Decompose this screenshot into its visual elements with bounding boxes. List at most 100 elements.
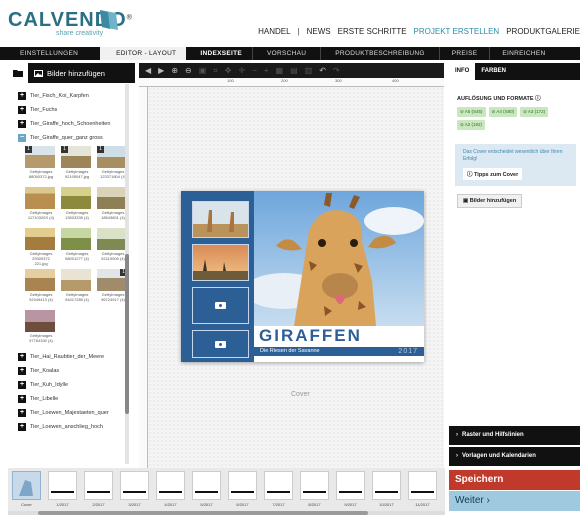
- giraffe-thumbnail: [193, 202, 248, 237]
- redo-icon[interactable]: ↷: [333, 66, 340, 75]
- nav-news[interactable]: NEWS: [307, 27, 331, 36]
- page-thumbnail[interactable]: [48, 471, 77, 500]
- folder-item[interactable]: + Tier_Loewen_Majestaeten_quer: [18, 407, 135, 418]
- page-thumbnail[interactable]: [300, 471, 329, 500]
- layout-editor: ◀ ▶ ⊕ ⊖ ▣ ⌗ ✥ ✛ − + ▦ ▤ ▥ ↶ ↷ 100 200 30…: [139, 63, 444, 468]
- page-strip-scroll-thumb[interactable]: [38, 511, 368, 515]
- folder-item[interactable]: + Tier_Kuh_Idylle: [18, 379, 135, 390]
- folder-item[interactable]: + Tier_Giraffe_hoch_Schoenheiten: [18, 118, 135, 129]
- image-thumbnail[interactable]: GettyImages 13503335 (4): [61, 187, 93, 225]
- ruler-label: 200: [281, 78, 288, 83]
- grid-icon[interactable]: ▦: [276, 66, 284, 75]
- distribute-icon[interactable]: ✛: [239, 66, 246, 75]
- image-thumbnail[interactable]: GettyImages 58001277 (4): [61, 228, 93, 266]
- next-button[interactable]: Weiter ›: [449, 491, 580, 511]
- cover-year[interactable]: 2017: [398, 347, 418, 356]
- page-thumbnail[interactable]: [336, 471, 365, 500]
- cover-title[interactable]: GIRAFFEN: [259, 326, 362, 346]
- image-thumbnail[interactable]: GettyImages 29309372 221.jpg: [25, 228, 57, 266]
- tab-editor-layout[interactable]: EDITOR - LAYOUT: [100, 47, 187, 60]
- add-images-link[interactable]: Bilder hinzufügen: [34, 69, 105, 78]
- library-scrollbar[interactable]: [125, 84, 129, 464]
- empty-photo-slot[interactable]: [192, 287, 249, 324]
- tab-vorschau[interactable]: VORSCHAU: [252, 47, 320, 60]
- zoom-out-icon[interactable]: ⊖: [185, 66, 192, 75]
- page-thumbnail[interactable]: [408, 471, 437, 500]
- library-scroll-thumb[interactable]: [125, 254, 129, 414]
- page-thumbnail[interactable]: [156, 471, 185, 500]
- folder-item-open[interactable]: − Tier_Giraffe_quer_ganz gross: [18, 132, 135, 143]
- nav-produktgalerie[interactable]: PRODUKTGALERIE: [506, 27, 580, 36]
- save-button[interactable]: Speichern: [449, 470, 580, 490]
- tab-einstellungen[interactable]: EINSTELLUNGEN: [0, 47, 100, 60]
- empty-photo-slot[interactable]: [192, 330, 249, 358]
- templates-accordion[interactable]: › Vorlagen und Kalendarien: [449, 447, 580, 466]
- zoom-in-icon[interactable]: ⊕: [171, 66, 178, 75]
- tab-indexseite[interactable]: INDEXSEITE: [186, 47, 252, 60]
- tab-farben[interactable]: FARBEN: [475, 63, 512, 80]
- undo-icon[interactable]: ↶: [319, 66, 326, 75]
- folder-item[interactable]: + Tier_Fisch_Koi_Karpfen: [18, 90, 135, 101]
- cover-main-photo[interactable]: [254, 191, 424, 326]
- folder-name: Tier_Koalas: [30, 367, 60, 374]
- tab-einreichen[interactable]: EINREICHEN: [489, 47, 557, 60]
- info-icon[interactable]: ⓘ: [535, 96, 541, 102]
- nav-projekt-erstellen[interactable]: PROJEKT ERSTELLEN: [414, 27, 500, 36]
- image-thumbnail[interactable]: GettyImages 94417285 (4): [61, 269, 93, 307]
- page-strip-scrollbar[interactable]: [8, 511, 445, 515]
- page-thumbnail[interactable]: [264, 471, 293, 500]
- folder-item[interactable]: + Tier_Loewen_anschlieg_hoch: [18, 421, 135, 432]
- info-panel: INFO FARBEN AUFLÖSUNG UND FORMATE ⓘ ⊘ A5…: [449, 63, 580, 468]
- photo-slot[interactable]: [192, 201, 249, 238]
- add-images-button[interactable]: ▣ Bilder hinzufügen: [457, 194, 523, 208]
- tab-info[interactable]: INFO: [449, 63, 476, 80]
- calendar-cover[interactable]: GIRAFFEN Die Riesen der Savanne 2017: [181, 191, 424, 362]
- page-thumbnail[interactable]: [372, 471, 401, 500]
- tab-produktbeschreibung[interactable]: PRODUKTBESCHREIBUNG: [320, 47, 439, 60]
- resolution-heading: AUFLÖSUNG UND FORMATE ⓘ: [457, 96, 541, 102]
- folder-item[interactable]: + Tier_Libelle: [18, 393, 135, 404]
- plus-icon: +: [18, 408, 26, 417]
- image-library-panel: Bilder hinzufügen + Tier_Fisch_Koi_Karpfe…: [8, 63, 135, 468]
- thumbnail-image: 1: [61, 146, 91, 168]
- image-icon: ▣: [463, 198, 469, 204]
- page-thumbnail[interactable]: [192, 471, 221, 500]
- image-thumbnail[interactable]: GettyImages 92349413 (4): [25, 269, 57, 307]
- nav-erste-schritte[interactable]: ERSTE SCHRITTE: [338, 27, 407, 36]
- layer-icon[interactable]: ▤: [290, 66, 298, 75]
- page-thumbnail-cover[interactable]: [12, 471, 41, 500]
- crop-icon[interactable]: ⌗: [213, 66, 218, 76]
- editor-canvas[interactable]: GIRAFFEN Die Riesen der Savanne 2017 Cov…: [148, 87, 444, 468]
- align-icon[interactable]: ✥: [225, 66, 232, 75]
- page-thumbnail[interactable]: [84, 471, 113, 500]
- usage-badge: 1: [25, 146, 32, 153]
- delete-icon[interactable]: ▥: [305, 66, 313, 75]
- add-images-label: Bilder hinzufügen: [47, 68, 105, 78]
- cover-tips-button[interactable]: ⓘ Tipps zum Cover: [463, 168, 523, 180]
- grid-guides-accordion[interactable]: › Raster und Hilfslinien: [449, 426, 580, 445]
- next-page-icon[interactable]: ▶: [158, 66, 164, 75]
- prev-page-icon[interactable]: ◀: [145, 66, 151, 75]
- folder-item[interactable]: + Tier_Hai_Raubtier_der_Meere: [18, 351, 135, 362]
- nav-handel[interactable]: HANDEL: [258, 27, 290, 36]
- image-thumbnail[interactable]: 1 GettyImages 88050372.jpg: [25, 146, 57, 184]
- folder-item[interactable]: + Tier_Fuchs: [18, 104, 135, 115]
- photo-slot[interactable]: [192, 244, 249, 281]
- folder-name: Tier_Giraffe_hoch_Schoenheiten: [30, 120, 111, 127]
- thumbnail-caption: GettyImages 88050372.jpg: [28, 169, 54, 179]
- folder-item[interactable]: + Tier_Koalas: [18, 365, 135, 376]
- giraffe-photo: [254, 191, 424, 326]
- tab-preise[interactable]: PREISE: [438, 47, 490, 60]
- page-thumbnail[interactable]: [228, 471, 257, 500]
- image-thumbnail[interactable]: GettyImages 97764330 (4): [25, 310, 57, 348]
- cover-tip-box: Das Cover entscheidet wesentlich über Ih…: [455, 144, 576, 186]
- cover-subtitle[interactable]: Die Riesen der Savanne: [260, 347, 320, 356]
- fit-icon[interactable]: ▣: [199, 66, 207, 75]
- minus-icon[interactable]: −: [252, 66, 257, 75]
- ruler-label: 400: [392, 78, 399, 83]
- page-thumbnail[interactable]: [120, 471, 149, 500]
- folder-tab[interactable]: [8, 63, 28, 83]
- image-thumbnail[interactable]: GettyImages 11710320S (4): [25, 187, 57, 225]
- plus-icon[interactable]: +: [264, 66, 269, 75]
- image-thumbnail[interactable]: 1 GettyImages 92195047.jpg: [61, 146, 93, 184]
